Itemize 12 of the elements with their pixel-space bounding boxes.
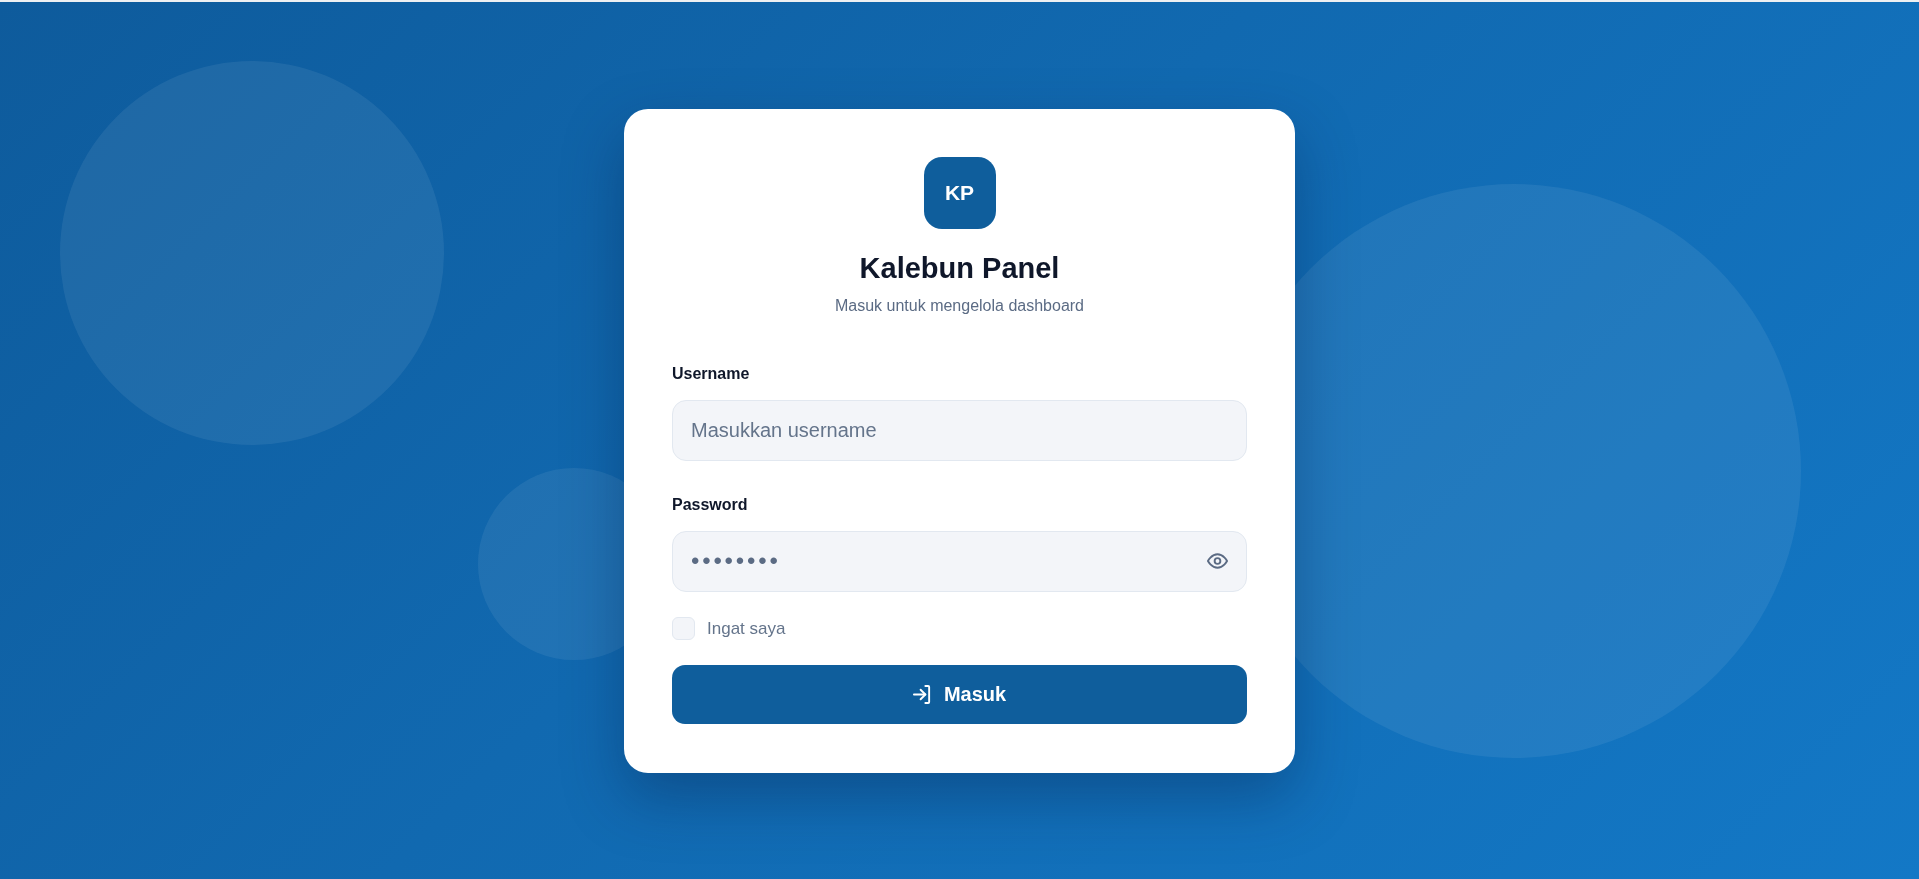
subtitle-text: Masuk untuk mengelola dashboard <box>834 295 1084 316</box>
remember-checkbox[interactable] <box>672 616 695 640</box>
app-title: Kalebun Panel <box>859 250 1060 285</box>
eye-icon[interactable] <box>1207 552 1228 569</box>
username-label: Username <box>672 363 751 384</box>
password-field[interactable]: •••••••• <box>672 530 1247 592</box>
username-field[interactable]: Masukkan username <box>672 399 1247 461</box>
logo-badge: KP <box>923 156 996 229</box>
remember-label: Ingat saya <box>707 617 786 640</box>
login-button[interactable]: Masuk <box>672 664 1247 724</box>
password-label: Password <box>672 494 749 515</box>
login-icon <box>912 684 932 704</box>
